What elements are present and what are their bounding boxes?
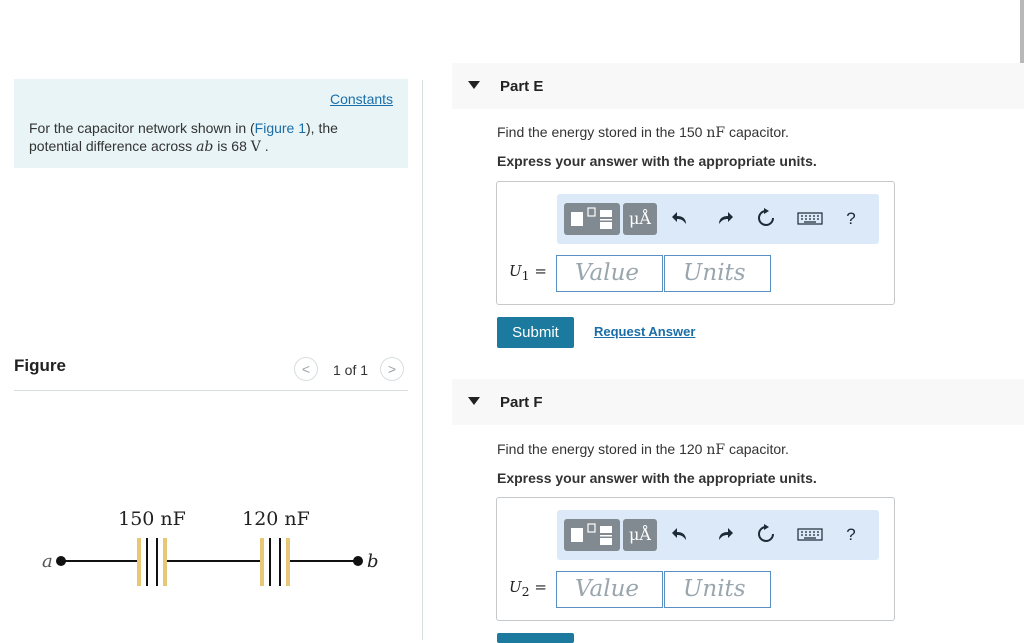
keyboard-icon[interactable] <box>796 523 824 547</box>
part-e-answer-box: μÅ ? U1 = Value Units <box>496 181 895 305</box>
math-toolbar: μÅ ? <box>557 194 879 244</box>
help-icon[interactable]: ? <box>839 207 863 231</box>
help-icon[interactable]: ? <box>839 523 863 547</box>
capacitor-1 <box>137 538 167 586</box>
figure-link[interactable]: Figure 1 <box>255 120 306 136</box>
node-a-dot <box>56 556 66 566</box>
part-f-header[interactable]: Part F <box>452 379 1024 425</box>
question-unit: nF <box>706 125 726 141</box>
units-button[interactable]: μÅ <box>623 519 657 551</box>
submit-button[interactable]: Submit <box>497 317 574 348</box>
request-answer-link[interactable]: Request Answer <box>594 324 695 339</box>
question-text: capacitor. <box>725 124 789 140</box>
reset-icon[interactable] <box>754 523 778 547</box>
next-figure-button[interactable]: > <box>380 357 404 381</box>
part-f-instruction: Express your answer with the appropriate… <box>497 470 817 486</box>
question-text: Find the energy stored in the 150 <box>497 124 707 140</box>
redo-icon[interactable] <box>712 207 736 231</box>
redo-icon[interactable] <box>712 523 736 547</box>
value-input[interactable]: Value <box>556 255 663 292</box>
value-input[interactable]: Value <box>556 571 663 608</box>
chevron-left-icon: < <box>301 361 311 377</box>
part-e-instruction: Express your answer with the appropriate… <box>497 153 817 169</box>
panel-divider <box>422 80 423 640</box>
answer-variable: U <box>509 262 522 280</box>
answer-subscript: 1 <box>521 268 530 283</box>
previous-figure-button[interactable]: < <box>294 357 318 381</box>
node-b-dot <box>353 556 363 566</box>
math-toolbar: μÅ ? <box>557 510 879 560</box>
question-unit: nF <box>706 442 726 458</box>
answer-subscript: 2 <box>521 584 530 599</box>
figure-heading: Figure <box>14 356 66 375</box>
node-b-label: b <box>367 551 379 572</box>
collapse-caret-icon[interactable] <box>468 81 480 89</box>
volt-unit: V <box>250 139 261 155</box>
part-f-answer-box: μÅ ? U2 = Value Units <box>496 497 895 621</box>
undo-icon[interactable] <box>669 207 693 231</box>
figure-counter: 1 of 1 <box>333 362 369 378</box>
question-text: Find the energy stored in the 120 <box>497 441 707 457</box>
reset-icon[interactable] <box>754 207 778 231</box>
units-input[interactable]: Units <box>664 571 771 608</box>
collapse-caret-icon[interactable] <box>468 397 480 405</box>
units-input[interactable]: Units <box>664 255 771 292</box>
answer-variable: U <box>509 578 522 596</box>
keyboard-icon[interactable] <box>796 207 824 231</box>
answer-variable-label: U1 = <box>509 262 547 283</box>
problem-text-part: is 68 <box>213 138 251 154</box>
submit-button-partial[interactable] <box>497 633 574 643</box>
templates-button[interactable] <box>564 203 620 235</box>
capacitor-2-label: 120 nF <box>242 508 310 530</box>
part-title: Part E <box>500 78 544 95</box>
equals-sign: = <box>529 578 547 596</box>
equals-sign: = <box>529 262 547 280</box>
problem-text-part: . <box>260 138 269 154</box>
capacitor-2 <box>260 538 290 586</box>
capacitor-circuit-diagram: a b 150 nF 120 nF <box>42 508 379 586</box>
capacitor-1-label: 150 nF <box>118 508 186 530</box>
templates-button[interactable] <box>564 519 620 551</box>
chevron-right-icon: > <box>387 361 397 377</box>
part-title: Part F <box>500 394 543 411</box>
question-text: capacitor. <box>725 441 789 457</box>
part-f-question: Find the energy stored in the 120 nF cap… <box>497 441 789 458</box>
answer-variable-label: U2 = <box>509 578 547 599</box>
templates-icon <box>571 523 612 545</box>
part-e-header[interactable]: Part E <box>452 63 1024 109</box>
constants-link[interactable]: Constants <box>330 91 393 107</box>
part-e-question: Find the energy stored in the 150 nF cap… <box>497 124 789 141</box>
problem-text: For the capacitor network shown in (Figu… <box>29 119 389 156</box>
figure-divider <box>14 390 408 391</box>
undo-icon[interactable] <box>669 523 693 547</box>
problem-text-part: For the capacitor network shown in ( <box>29 120 255 136</box>
math-ab: ab <box>196 139 214 155</box>
node-a-label: a <box>42 551 53 572</box>
templates-icon <box>571 207 612 229</box>
units-button[interactable]: μÅ <box>623 203 657 235</box>
